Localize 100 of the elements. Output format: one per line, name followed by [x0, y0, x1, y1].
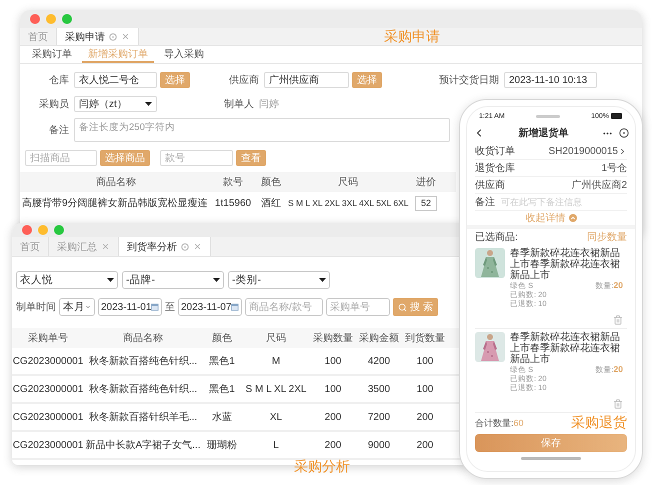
buyer-select[interactable]: 闫婷（zt） [74, 96, 157, 112]
table-cell-text: 酒红 [260, 196, 282, 210]
filter-select[interactable]: 衣人悦 [16, 271, 118, 289]
section-caption: 采购分析 [294, 458, 350, 476]
zoom-dot[interactable] [54, 225, 64, 235]
table-cell-text: 200 [416, 412, 434, 422]
sub-tab[interactable]: 新增采购订单 [82, 46, 154, 63]
delete-icon[interactable] [613, 399, 623, 409]
table-cell-text: 100 [324, 356, 342, 366]
close-dot[interactable] [22, 225, 32, 235]
minimize-dot[interactable] [38, 225, 48, 235]
zoom-dot[interactable] [62, 14, 72, 24]
table-cell-text: 高腰背带9分阔腿裤女新品韩版宽松显瘦连 [21, 196, 209, 210]
order-number-field[interactable]: 采购单号 [326, 298, 390, 316]
table-cell-text: 200 [324, 412, 342, 422]
warehouse-field[interactable]: 衣人悦二号仓 [74, 72, 157, 88]
table-cell-text: M [270, 356, 282, 366]
table-cell-text: 1t15960 [214, 198, 252, 208]
column-header: 颜色 [211, 332, 233, 345]
field-value[interactable]: SH2019000015 [548, 146, 627, 156]
table-cell-text: 珊瑚粉 [206, 438, 238, 452]
table-cell-text: 200 [416, 440, 434, 450]
column-header: 进价 [415, 176, 437, 189]
table-cell: S M L XL 2XL 3XL 4XL 5XL 6XL [288, 198, 408, 208]
remark-field[interactable]: 备注长度为250字符内 [74, 118, 450, 142]
table-cell-text: 100 [416, 384, 434, 394]
chevron-up-icon [568, 214, 576, 222]
keyword-field[interactable]: 商品名称/款号 [245, 298, 323, 316]
page-title: 新增退货单 [518, 126, 570, 140]
price-input[interactable]: 52 [415, 196, 437, 210]
supplier-field[interactable]: 广州供应商 [264, 72, 349, 88]
column-header: 商品名称 [95, 176, 137, 189]
column-header: 采购数量 [312, 332, 354, 345]
field-label: 预计交货日期 [438, 74, 500, 87]
calendar-icon [231, 303, 239, 311]
field-label: 制单人 [223, 98, 255, 111]
table-cell-text: 秋冬新款百搭纯色针织... [88, 382, 198, 396]
close-icon[interactable] [101, 242, 110, 251]
select-button[interactable]: 选择 [352, 72, 382, 88]
section-caption: 采购退货 [571, 414, 627, 432]
close-icon[interactable] [193, 242, 202, 251]
sync-link[interactable]: 同步数量 [587, 230, 627, 244]
total-quantity: 合计数量:60 [475, 416, 524, 430]
delete-icon[interactable] [613, 315, 623, 325]
field-label: 仓库 [48, 74, 70, 87]
table-cell: CG2023000001 [12, 356, 84, 366]
battery-icon [611, 113, 623, 119]
table-cell-text: 水蓝 [211, 410, 233, 424]
style-field[interactable]: 款号 [160, 150, 233, 166]
date-field[interactable]: 2023-11-07 [178, 298, 242, 316]
section-label: 已选商品: [475, 230, 518, 244]
range-separator: 至 [165, 301, 175, 314]
target-icon[interactable] [619, 128, 629, 138]
chevron-right-icon [618, 146, 627, 156]
table-cell-text: 100 [324, 384, 342, 394]
table-cell-text: S M L XL 2XL [244, 384, 308, 394]
filter-select[interactable]: -类别- [228, 271, 330, 289]
column-header: 采购单号 [27, 332, 69, 345]
table-cell-text: 新品中长款A字裙子女气... [84, 438, 202, 452]
save-button[interactable]: 保存 [475, 434, 627, 452]
search-icon [398, 302, 407, 312]
table-cell-text: 秋冬新款百搭针织羊毛... [88, 410, 198, 424]
view-button[interactable]: 查看 [236, 150, 266, 166]
date-field[interactable]: 2023-11-01 [98, 298, 162, 316]
filter-select[interactable]: -品牌- [122, 271, 224, 289]
field-label: 备注 [475, 196, 495, 209]
choose-goods-button[interactable]: 选择商品 [100, 150, 150, 166]
field-label: 备注 [48, 124, 70, 137]
scan-field[interactable]: 扫描商品 [25, 150, 97, 166]
sub-tab[interactable]: 采购订单 [26, 46, 78, 63]
collapse-link[interactable]: 收起详情 [526, 211, 566, 225]
table-cell-text: XL [268, 412, 284, 422]
sub-tab[interactable]: 导入采购 [158, 46, 210, 63]
field-label: 退货仓库 [475, 162, 515, 175]
field-label: 收货订单 [475, 144, 515, 158]
tab[interactable]: 到货率分析 [119, 237, 211, 256]
column-header: 采购金额 [358, 332, 400, 345]
caret-icon [213, 278, 220, 282]
close-dot[interactable] [30, 14, 40, 24]
field-label: 制单时间 [16, 300, 56, 314]
column-header: 尺码 [265, 332, 287, 345]
select-button[interactable]: 选择 [160, 72, 190, 88]
tab[interactable]: 首页 [12, 237, 49, 256]
period-select[interactable]: 本月 [59, 298, 95, 316]
refresh-icon[interactable] [181, 242, 189, 250]
caret-icon [145, 102, 152, 106]
table-cell: CG2023000001 [12, 412, 84, 422]
tab[interactable]: 采购申请 [57, 28, 139, 45]
field-label: 供应商 [228, 74, 260, 87]
table-cell-text: 3500 [366, 384, 392, 394]
close-icon[interactable] [121, 32, 130, 41]
field-value: 1号仓 [601, 162, 627, 175]
minimize-dot[interactable] [46, 14, 56, 24]
table-cell-text: 200 [324, 440, 342, 450]
column-header: 商品名称 [122, 332, 164, 345]
search-button[interactable]: 搜 索 [393, 298, 438, 316]
date-field[interactable]: 2023-11-10 10:13 [504, 72, 597, 88]
caret-icon [107, 278, 114, 282]
product-title: 春季新款碎花连衣裙新品上市春季新款碎花连衣裙新品上市 [510, 248, 621, 281]
refresh-icon[interactable] [109, 32, 117, 40]
